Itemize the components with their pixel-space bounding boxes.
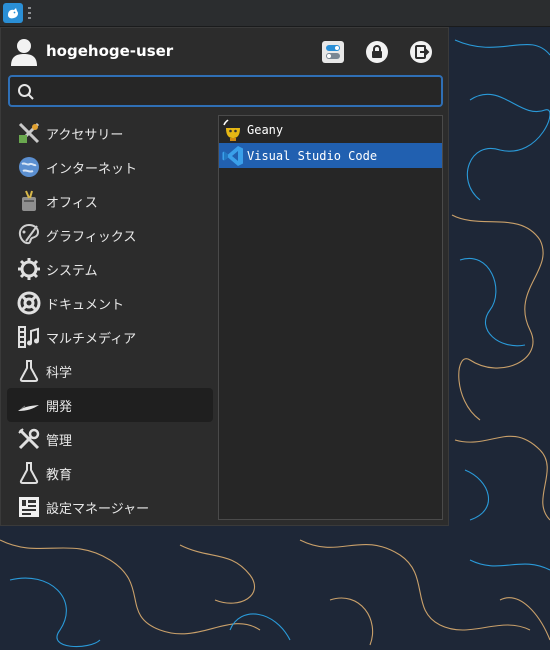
settings-toggle-icon <box>322 41 344 63</box>
category-settings-manager[interactable]: 設定マネージャー <box>7 490 213 524</box>
category-label: 教育 <box>46 467 73 483</box>
category-label: 管理 <box>46 433 73 449</box>
category-education[interactable]: 教育 <box>7 456 213 490</box>
username: hogehoge-user <box>46 42 174 60</box>
app-item-geany[interactable]: Geany <box>219 117 442 142</box>
category-list: アクセサリー インターネット オフィス グラフィックス システム ドキュメント … <box>7 116 213 524</box>
category-accessories[interactable]: アクセサリー <box>7 116 213 150</box>
app-label: Visual Studio Code <box>247 148 378 163</box>
category-label: 設定マネージャー <box>46 501 150 517</box>
logout-button[interactable] <box>409 40 433 64</box>
category-internet[interactable]: インターネット <box>7 150 213 184</box>
taskbar <box>0 0 550 27</box>
vscode-icon <box>221 144 245 168</box>
category-label: 開発 <box>46 399 73 415</box>
category-science[interactable]: 科学 <box>7 354 213 388</box>
help-icon <box>16 290 42 316</box>
whisker-menu-button[interactable] <box>3 3 23 23</box>
category-graphics[interactable]: グラフィックス <box>7 218 213 252</box>
multimedia-icon <box>16 324 42 350</box>
category-label: マルチメディア <box>46 331 137 347</box>
category-system[interactable]: システム <box>7 252 213 286</box>
development-icon <box>16 392 42 418</box>
application-list: Geany Visual Studio Code <box>218 115 443 520</box>
lock-icon <box>366 41 388 63</box>
category-label: システム <box>46 263 98 279</box>
settings-manager-button[interactable] <box>321 40 345 64</box>
globe-icon <box>16 154 42 180</box>
category-label: 科学 <box>46 365 73 381</box>
logout-icon <box>410 41 432 63</box>
flask-icon <box>16 358 42 384</box>
accessories-icon <box>16 120 42 146</box>
application-menu: hogehoge-user アクセサリー インターネット オフィス グラフィック… <box>0 27 449 526</box>
category-development[interactable]: 開発 <box>7 388 213 422</box>
lock-screen-button[interactable] <box>365 40 389 64</box>
user-avatar-icon <box>11 39 37 66</box>
search-box[interactable] <box>8 75 443 107</box>
app-item-vscode[interactable]: Visual Studio Code <box>219 143 442 168</box>
category-label: インターネット <box>46 161 138 177</box>
search-input[interactable] <box>42 81 436 103</box>
graphics-icon <box>16 222 42 248</box>
category-documents[interactable]: ドキュメント <box>7 286 213 320</box>
category-administration[interactable]: 管理 <box>7 422 213 456</box>
settings-manager-icon <box>16 494 42 520</box>
office-icon <box>16 188 42 214</box>
category-label: ドキュメント <box>46 297 125 313</box>
category-label: アクセサリー <box>46 127 124 143</box>
flask-icon <box>16 460 42 486</box>
tools-icon <box>16 426 42 452</box>
geany-icon <box>221 118 245 142</box>
category-office[interactable]: オフィス <box>7 184 213 218</box>
gear-icon <box>16 256 42 282</box>
search-icon <box>18 84 34 100</box>
category-label: グラフィックス <box>46 229 137 245</box>
app-label: Geany <box>247 122 284 137</box>
category-multimedia[interactable]: マルチメディア <box>7 320 213 354</box>
xfce-mouse-icon <box>3 3 23 23</box>
panel-handle[interactable] <box>28 7 32 19</box>
category-label: オフィス <box>46 195 98 211</box>
